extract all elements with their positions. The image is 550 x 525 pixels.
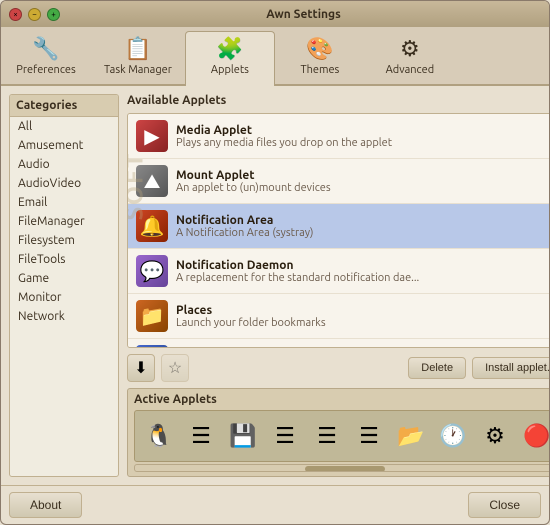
applet-item-mount[interactable]: ⛰ Mount Applet An applet to (un)mount de… — [128, 159, 549, 204]
active-icon-menu2[interactable]: ☰ — [267, 418, 303, 454]
applets-tab-label: Applets — [211, 64, 249, 76]
preferences-applet-icon: 🔧 — [136, 345, 168, 348]
available-applets-header: Available Applets — [127, 94, 549, 107]
notification-area-desc: A Notification Area (systray) — [176, 227, 549, 239]
preferences-tab-label: Preferences — [16, 64, 76, 76]
footer: About Close — [1, 485, 549, 524]
maximize-window-button[interactable]: + — [47, 8, 60, 21]
applet-item-media[interactable]: ▶ Media Applet Plays any media files you… — [128, 114, 549, 159]
mount-applet-text: Mount Applet An applet to (un)mount devi… — [176, 169, 549, 194]
applet-item-notification-area[interactable]: 🔔 Notification Area A Notification Area … — [128, 204, 549, 249]
window-title: Awn Settings — [66, 8, 541, 21]
places-applet-name: Places — [176, 304, 549, 317]
active-icon-clock[interactable]: 🕐 — [435, 418, 471, 454]
media-applet-name: Media Applet — [176, 124, 549, 137]
close-button[interactable]: Close — [468, 492, 541, 518]
move-up-button[interactable]: ☆ — [161, 354, 189, 382]
sidebar-item-email[interactable]: Email — [10, 193, 118, 212]
sidebar-item-filesystem[interactable]: Filesystem — [10, 231, 118, 250]
categories-sidebar: Categories All Amusement Audio AudioVide… — [9, 94, 119, 477]
tab-preferences[interactable]: 🔧 Preferences — [1, 31, 91, 84]
active-applets-scrollbar[interactable] — [134, 464, 549, 472]
tab-applets[interactable]: 🧩 Applets — [185, 31, 275, 86]
sidebar-item-audiovideo[interactable]: AudioVideo — [10, 174, 118, 193]
move-down-button[interactable]: ⬇ — [127, 354, 155, 382]
active-icon-notif[interactable]: 🔴 — [519, 418, 549, 454]
main-window: × − + Awn Settings 🔧 Preferences 📋 Task … — [0, 0, 550, 525]
sidebar-item-game[interactable]: Game — [10, 269, 118, 288]
advanced-tab-label: Advanced — [386, 64, 434, 76]
preferences-tab-icon: 🔧 — [32, 38, 59, 60]
media-applet-text: Media Applet Plays any media files you d… — [176, 124, 549, 149]
mount-applet-desc: An applet to (un)mount devices — [176, 182, 549, 194]
active-applets-bar: 🐧 ☰ 💾 ☰ ☰ ☰ 📂 🕐 ⚙ 🔴 — [134, 410, 549, 462]
notification-area-icon: 🔔 — [136, 210, 168, 242]
sidebar-item-amusement[interactable]: Amusement — [10, 136, 118, 155]
applet-item-preferences[interactable]: 🔧 Preferences applet Applet used to cont… — [128, 339, 549, 348]
places-applet-desc: Launch your folder bookmarks — [176, 317, 549, 329]
themes-tab-label: Themes — [301, 64, 340, 76]
applets-toolbar: ⬇ ☆ Delete Install applet... — [127, 354, 549, 382]
task-manager-tab-label: Task Manager — [104, 64, 172, 76]
content-area: Categories All Amusement Audio AudioVide… — [1, 86, 549, 485]
title-bar: × − + Awn Settings — [1, 1, 549, 27]
notification-daemon-name: Notification Daemon — [176, 259, 549, 272]
close-window-button[interactable]: × — [9, 8, 22, 21]
notification-area-name: Notification Area — [176, 214, 549, 227]
sidebar-item-filetools[interactable]: FileTools — [10, 250, 118, 269]
categories-header: Categories — [10, 95, 118, 117]
active-applets-header: Active Applets — [134, 393, 549, 406]
active-icon-menu1[interactable]: ☰ — [183, 418, 219, 454]
applets-tab-icon: 🧩 — [216, 38, 243, 60]
active-applets-section: Active Applets 🐧 ☰ 💾 ☰ ☰ ☰ 📂 🕐 ⚙ 🔴 — [127, 388, 549, 477]
active-icon-ubuntu[interactable]: 🐧 — [141, 418, 177, 454]
active-icon-menu3[interactable]: ☰ — [309, 418, 345, 454]
tab-task-manager[interactable]: 📋 Task Manager — [91, 31, 185, 84]
media-applet-icon: ▶ — [136, 120, 168, 152]
active-icon-folder[interactable]: 📂 — [393, 418, 429, 454]
notification-daemon-text: Notification Daemon A replacement for th… — [176, 259, 549, 284]
applet-item-notification-daemon[interactable]: 💬 Notification Daemon A replacement for … — [128, 249, 549, 294]
delete-button[interactable]: Delete — [408, 357, 466, 379]
active-icon-menu4[interactable]: ☰ — [351, 418, 387, 454]
minimize-window-button[interactable]: − — [28, 8, 41, 21]
scrollbar-thumb — [305, 466, 385, 472]
notification-daemon-icon: 💬 — [136, 255, 168, 287]
applets-list[interactable]: SOFT ▶ Media Applet Plays any media file… — [127, 113, 549, 348]
install-applet-button[interactable]: Install applet... — [472, 357, 549, 379]
themes-tab-icon: 🎨 — [306, 38, 333, 60]
sidebar-item-audio[interactable]: Audio — [10, 155, 118, 174]
sidebar-item-monitor[interactable]: Monitor — [10, 288, 118, 307]
places-applet-icon: 📁 — [136, 300, 168, 332]
applet-item-places[interactable]: 📁 Places Launch your folder bookmarks — [128, 294, 549, 339]
applets-panel: Available Applets SOFT ▶ Media Applet Pl… — [127, 94, 549, 477]
tab-themes[interactable]: 🎨 Themes — [275, 31, 365, 84]
advanced-tab-icon: ⚙ — [400, 38, 420, 60]
sidebar-item-network[interactable]: Network — [10, 307, 118, 326]
media-applet-desc: Plays any media files you drop on the ap… — [176, 137, 549, 149]
sidebar-item-filemanager[interactable]: FileManager — [10, 212, 118, 231]
sidebar-item-all[interactable]: All — [10, 117, 118, 136]
notification-daemon-desc: A replacement for the standard notificat… — [176, 272, 549, 284]
notification-area-text: Notification Area A Notification Area (s… — [176, 214, 549, 239]
task-manager-tab-icon: 📋 — [124, 38, 151, 60]
places-applet-text: Places Launch your folder bookmarks — [176, 304, 549, 329]
tab-bar: 🔧 Preferences 📋 Task Manager 🧩 Applets 🎨… — [1, 27, 549, 86]
active-icon-settings[interactable]: ⚙ — [477, 418, 513, 454]
mount-applet-name: Mount Applet — [176, 169, 549, 182]
tab-advanced[interactable]: ⚙ Advanced — [365, 31, 455, 84]
mount-applet-icon: ⛰ — [136, 165, 168, 197]
about-button[interactable]: About — [9, 492, 82, 518]
active-icon-save[interactable]: 💾 — [225, 418, 261, 454]
